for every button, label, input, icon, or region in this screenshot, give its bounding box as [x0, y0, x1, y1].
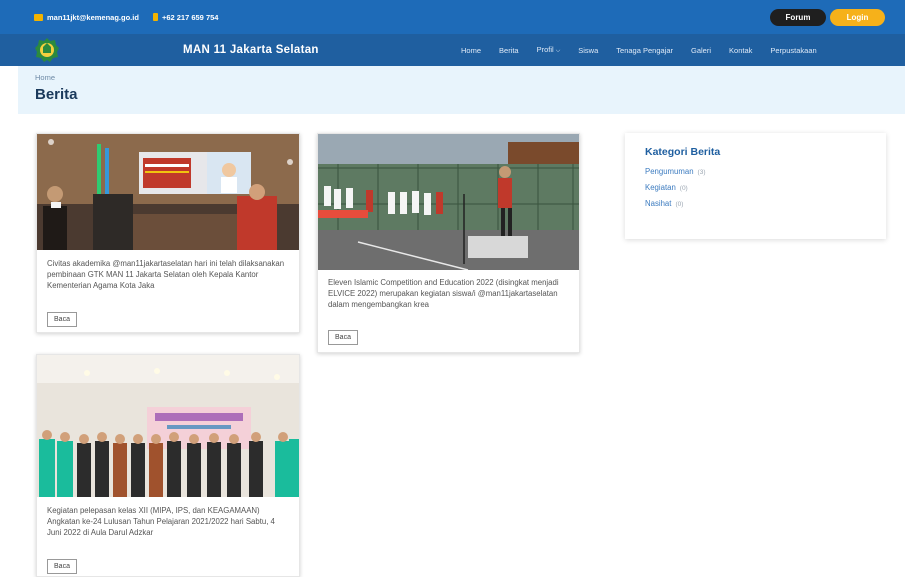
post-excerpt: Kegiatan pelepasan kelas XII (MIPA, IPS,…: [47, 506, 275, 537]
nav-perpustakaan[interactable]: Perpustakaan: [770, 46, 816, 55]
category-name: Nasihat: [645, 199, 672, 208]
category-nasihat[interactable]: Nasihat (0): [645, 199, 683, 208]
main-menu: Home Berita Profil ⌵ Siswa Tenaga Pengaja…: [461, 34, 835, 66]
brand-title[interactable]: MAN 11 Jakarta Selatan: [183, 34, 319, 66]
nav-profil[interactable]: Profil ⌵: [537, 45, 561, 55]
nav-siswa[interactable]: Siswa: [578, 46, 598, 55]
navbar: MAN 11 Jakarta Selatan Home Berita Profi…: [0, 34, 905, 66]
contact-email[interactable]: man11jkt@kemenag.go.id: [34, 13, 139, 22]
mail-icon: [34, 13, 43, 21]
page-header: Home Berita: [18, 66, 905, 114]
category-name: Kegiatan: [645, 183, 676, 192]
page-title: Berita: [35, 86, 78, 103]
category-pengumuman[interactable]: Pengumuman (3): [645, 167, 706, 176]
group-photo-icon: [37, 355, 299, 497]
category-name: Pengumuman: [645, 167, 694, 176]
nav-profil-label: Profil: [536, 45, 554, 54]
nav-tenaga-pengajar[interactable]: Tenaga Pengajar: [616, 46, 673, 55]
login-button[interactable]: Login: [830, 9, 885, 26]
email-text: man11jkt@kemenag.go.id: [47, 12, 139, 22]
school-logo-icon[interactable]: [34, 37, 60, 63]
post-card: Civitas akademika @man11jakartaselatan h…: [36, 133, 300, 333]
post-card: Kegiatan pelepasan kelas XII (MIPA, IPS,…: [36, 354, 300, 577]
phone-icon: [152, 13, 158, 21]
sidebar-title: Kategori Berita: [645, 146, 721, 158]
post-excerpt: Eleven Islamic Competition and Education…: [328, 278, 559, 309]
chevron-down-icon: ⌵: [555, 48, 561, 54]
nav-berita[interactable]: Berita: [499, 46, 519, 55]
outdoor-event-photo-icon: [318, 134, 579, 270]
category-count: (0): [675, 201, 684, 208]
nav-kontak[interactable]: Kontak: [729, 46, 752, 55]
nav-home[interactable]: Home: [461, 46, 481, 55]
post-image[interactable]: [318, 134, 579, 270]
post-image[interactable]: [37, 134, 299, 250]
read-more-button[interactable]: Baca: [47, 559, 77, 574]
contact-phone[interactable]: +62 217 659 754: [152, 12, 219, 22]
post-excerpt: Civitas akademika @man11jakartaselatan h…: [47, 259, 285, 290]
category-count: (0): [679, 185, 688, 192]
category-kegiatan[interactable]: Kegiatan (0): [645, 183, 688, 192]
meeting-room-photo-icon: [37, 134, 299, 250]
category-sidebar: Kategori Berita Pengumuman (3) Kegiatan (0…: [625, 133, 886, 239]
category-count: (3): [697, 169, 706, 176]
read-more-button[interactable]: Baca: [328, 330, 358, 345]
post-card: Eleven Islamic Competition and Education…: [317, 133, 580, 353]
breadcrumb-home[interactable]: Home: [35, 73, 55, 82]
forum-button[interactable]: Forum: [770, 9, 826, 26]
post-image[interactable]: [37, 355, 299, 497]
nav-galeri[interactable]: Galeri: [691, 46, 711, 55]
read-more-button[interactable]: Baca: [47, 312, 77, 327]
phone-text: +62 217 659 754: [161, 12, 219, 22]
